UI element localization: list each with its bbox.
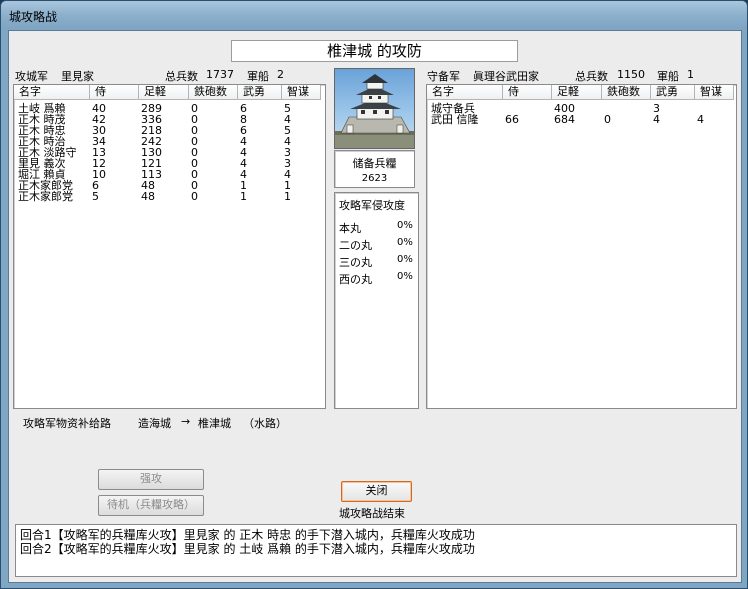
column-header-col-samurai[interactable]: 侍 [90, 85, 139, 100]
route-from: 造海城 [138, 417, 171, 430]
column-header-col-guns[interactable]: 鉄砲数 [189, 85, 238, 100]
column-header-col-samurai[interactable]: 侍 [503, 85, 552, 100]
column-header-col-ashigaru[interactable]: 足軽 [552, 85, 602, 100]
invasion-area-name: 三の丸 [339, 256, 372, 269]
route-arrow: → [181, 415, 191, 428]
cell-ashigaru: 48 [141, 190, 155, 203]
cell-guns: 0 [604, 113, 611, 126]
column-header-col-bravery[interactable]: 武勇 [238, 85, 282, 100]
invasion-area-value: 0% [397, 254, 413, 265]
castle-title: 椎津城 的攻防 [231, 40, 518, 62]
defender-ships-label: 軍船 [657, 70, 679, 83]
route-to: 椎津城 [198, 417, 231, 430]
column-header-col-ashigaru[interactable]: 足軽 [139, 85, 189, 100]
cell-wisdom: 1 [284, 190, 291, 203]
attacker-total: 1737 [206, 68, 234, 81]
route-mode: （水路） [243, 417, 287, 430]
window-client: 椎津城 的攻防 攻城军 里見家 总兵数 1737 軍船 2 守备军 眞理谷武田家… [8, 30, 742, 583]
wait-starve-button[interactable]: 待机（兵糧攻略） [98, 495, 204, 516]
cell-name: 正木家郎党 [18, 190, 73, 203]
invasion-label: 攻略军侵攻度 [339, 199, 405, 212]
invasion-area-name: 西の丸 [339, 273, 372, 286]
supply-label: 储备兵糧 [352, 157, 397, 170]
log-line: 回合1【攻略军的兵糧库火攻】里見家 的 正木 時忠 的手下潜入城内，兵糧库火攻成… [20, 528, 475, 542]
log-line: 回合2【攻略军的兵糧库火攻】里見家 的 土岐 爲賴 的手下潜入城内，兵糧库火攻成… [20, 542, 475, 556]
column-header-col-name[interactable]: 名字 [427, 85, 503, 100]
invasion-area-value: 0% [397, 271, 413, 282]
defender-total: 1150 [617, 68, 645, 81]
invasion-area-value: 0% [397, 220, 413, 231]
unit-row[interactable]: 武田 信隆 66 684 0 4 4 [427, 114, 736, 125]
attacker-ships: 2 [277, 68, 284, 81]
battle-log[interactable]: 回合1【攻略军的兵糧库火攻】里見家 的 正木 時忠 的手下潜入城内，兵糧库火攻成… [15, 524, 737, 577]
cell-ashigaru: 684 [554, 113, 575, 126]
title-bar[interactable]: 城攻略战 [1, 1, 747, 29]
cell-bravery: 1 [240, 190, 247, 203]
column-header-col-bravery[interactable]: 武勇 [651, 85, 695, 100]
column-header-col-wisdom[interactable]: 智谋 [282, 85, 321, 100]
cell-name: 武田 信隆 [431, 113, 479, 126]
invasion-area-value: 0% [397, 237, 413, 248]
unit-row[interactable]: 正木家郎党 5 48 0 1 1 [14, 191, 325, 202]
castle-icon [335, 74, 414, 148]
defender-total-label: 总兵数 [575, 70, 608, 83]
supply-value: 2623 [361, 173, 388, 184]
defender-label: 守备军 [427, 70, 460, 83]
cell-guns: 0 [191, 190, 198, 203]
attacker-unit-list[interactable]: 名字侍足軽 鉄砲数 武勇 智谋 土岐 爲賴 40 289 0 6 5 正木 時茂 42 336 0 8 4 正木… [13, 84, 326, 409]
castle-image [334, 68, 415, 149]
siege-window: 城攻略战 椎津城 的攻防 攻城军 里見家 总兵数 1737 軍船 2 守备军 眞… [0, 0, 748, 589]
close-button[interactable]: 关闭 [341, 481, 412, 502]
column-header-col-name[interactable]: 名字 [14, 85, 90, 100]
defender-ships: 1 [687, 68, 694, 81]
defender-unit-list[interactable]: 名字侍足軽 鉄砲数 武勇 智谋 城守备兵 400 3 武田 信隆 66 684 0 4 4 [426, 84, 737, 409]
window-title: 城攻略战 [9, 10, 58, 24]
attacker-label: 攻城军 [15, 70, 48, 83]
invasion-area-name: 本丸 [339, 222, 361, 235]
column-header-col-wisdom[interactable]: 智谋 [695, 85, 734, 100]
cell-bravery: 4 [653, 113, 660, 126]
attacker-ships-label: 軍船 [247, 70, 269, 83]
cell-wisdom: 4 [697, 113, 704, 126]
invasion-area-name: 二の丸 [339, 239, 372, 252]
battle-status: 城攻略战结束 [339, 507, 405, 520]
assault-button[interactable]: 强攻 [98, 469, 204, 490]
cell-samurai: 66 [505, 113, 519, 126]
invasion-box: 攻略军侵攻度 本丸 0% 二の丸 0% 三の丸 0% 西の丸 0% [334, 192, 419, 409]
attacker-total-label: 总兵数 [165, 70, 198, 83]
column-header-col-guns[interactable]: 鉄砲数 [602, 85, 651, 100]
supply-box: 储备兵糧 2623 [334, 150, 415, 188]
route-label: 攻略军物资补给路 [23, 417, 111, 430]
cell-samurai: 5 [92, 190, 99, 203]
defender-clan: 眞理谷武田家 [473, 70, 539, 83]
attacker-clan: 里見家 [61, 70, 94, 83]
